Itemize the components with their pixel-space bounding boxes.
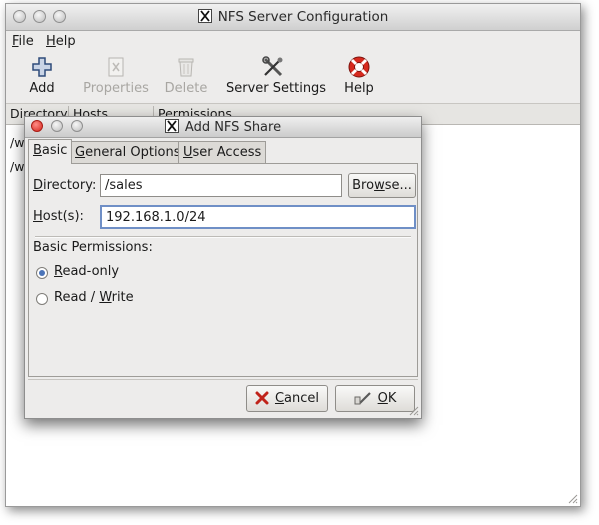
tab-user-access[interactable]: User Access xyxy=(178,141,267,163)
read-write-radio[interactable] xyxy=(36,293,48,305)
server-settings-button[interactable]: Server Settings xyxy=(226,55,326,96)
cancel-button[interactable]: Cancel xyxy=(246,385,328,412)
main-titlebar: NFS Server Configuration xyxy=(6,4,580,31)
tab-panel-basic: Directory: Browse... Host(s): Basic Perm… xyxy=(28,163,418,377)
cancel-x-icon xyxy=(255,391,269,405)
menu-help[interactable]: Help xyxy=(46,34,76,49)
read-write-label[interactable]: Read / Write xyxy=(54,290,134,305)
tools-icon xyxy=(262,56,283,77)
ok-button[interactable]: OK xyxy=(335,385,415,412)
separator xyxy=(35,236,411,238)
x11-logo-icon xyxy=(197,9,212,23)
resize-grip-icon[interactable] xyxy=(407,404,419,416)
x11-logo-icon xyxy=(164,119,179,133)
window-title-text: NFS Server Configuration xyxy=(217,9,389,25)
menu-bar: File Help xyxy=(6,31,580,53)
directory-input[interactable] xyxy=(100,174,342,197)
hosts-input[interactable] xyxy=(100,205,416,229)
add-plus-icon xyxy=(32,57,52,77)
add-button[interactable]: Add xyxy=(26,55,58,96)
lifebuoy-help-icon xyxy=(348,56,370,78)
ok-hand-check-icon xyxy=(354,392,371,405)
button-area-separator xyxy=(28,379,418,380)
trash-icon xyxy=(178,58,194,77)
tab-basic[interactable]: Basic xyxy=(28,139,73,164)
resize-grip-icon[interactable] xyxy=(566,492,578,504)
dialog-titlebar: Add NFS Share xyxy=(25,117,421,138)
tab-general-options[interactable]: General Options xyxy=(70,141,186,163)
window-title: NFS Server Configuration xyxy=(6,9,580,25)
read-only-label[interactable]: Read-only xyxy=(54,264,119,279)
directory-label: Directory: xyxy=(33,178,97,193)
help-button[interactable]: Help xyxy=(343,55,375,96)
dialog-title: Add NFS Share xyxy=(25,119,421,135)
basic-permissions-label: Basic Permissions: xyxy=(33,240,153,255)
properties-button[interactable]: Properties xyxy=(82,55,150,96)
browse-button[interactable]: Browse... xyxy=(348,173,416,198)
toolbar: Add Properties Delete Server Settings He… xyxy=(6,53,580,104)
list-item[interactable]: /w xyxy=(10,159,24,174)
menu-file[interactable]: File xyxy=(12,34,34,49)
list-item[interactable]: /w xyxy=(10,135,24,150)
dialog-title-text: Add NFS Share xyxy=(184,120,282,135)
delete-button[interactable]: Delete xyxy=(164,55,208,96)
read-only-radio[interactable] xyxy=(36,267,48,279)
hosts-label: Host(s): xyxy=(33,209,84,224)
properties-document-icon xyxy=(108,57,124,77)
add-nfs-share-dialog: Add NFS Share Basic General Options User… xyxy=(24,116,422,419)
